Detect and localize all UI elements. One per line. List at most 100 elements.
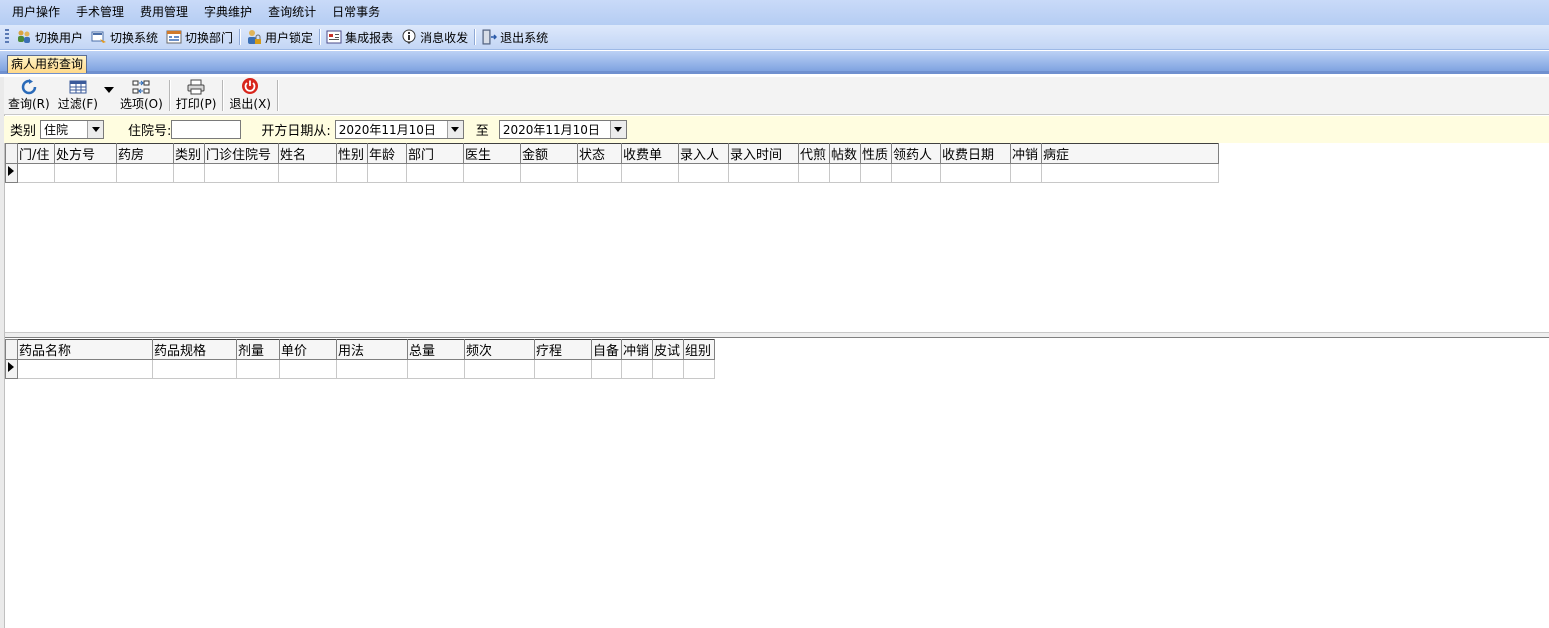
lock-user-button[interactable]: 用户锁定 (242, 27, 317, 48)
action-separator (222, 80, 224, 111)
column-header[interactable]: 频次 (464, 339, 535, 360)
report-icon (326, 30, 342, 44)
refresh-icon (21, 79, 37, 95)
exit-system-label: 退出系统 (500, 30, 549, 45)
options-label: 选项(O) (119, 97, 163, 111)
column-header[interactable]: 药品规格 (152, 339, 237, 360)
column-header[interactable]: 疗程 (534, 339, 592, 360)
column-header[interactable]: 录入时间 (728, 143, 799, 164)
drug-detail-table: 药品名称 药品规格 剂量 单价 用法 总量 频次 疗程 自备 冲销 皮试 组别 (5, 339, 715, 379)
report-label: 集成报表 (345, 30, 394, 45)
menu-query-stats[interactable]: 查询统计 (260, 0, 324, 25)
main-toolbar: 切换用户 切换系统 切换部门 用户锁定 集成报表 消息收发 退出系统 (0, 25, 1549, 50)
menu-bar: 用户操作 手术管理 费用管理 字典维护 查询统计 日常事务 (0, 0, 1549, 25)
column-header[interactable]: 病症 (1041, 143, 1219, 164)
action-bar: 查询(R) 过滤(F) 选项(O) 打印(P) 退出(X) (4, 77, 1549, 115)
column-header[interactable]: 皮试 (652, 339, 684, 360)
column-header[interactable]: 年龄 (367, 143, 407, 164)
power-icon (242, 78, 259, 94)
column-header[interactable]: 门/住 (17, 143, 55, 164)
report-button[interactable]: 集成报表 (322, 27, 397, 48)
options-button[interactable]: 选项(O) (116, 77, 167, 114)
menu-dictionary[interactable]: 字典维护 (196, 0, 260, 25)
lock-user-label: 用户锁定 (265, 30, 314, 45)
toolbar-grip[interactable] (5, 29, 9, 45)
column-header[interactable]: 收费日期 (940, 143, 1011, 164)
tab-patient-medication-query[interactable]: 病人用药查询 (7, 55, 88, 73)
switch-system-label: 切换系统 (110, 30, 159, 45)
column-header[interactable]: 单价 (279, 339, 337, 360)
column-header[interactable]: 药房 (116, 143, 174, 164)
current-row-indicator[interactable] (5, 359, 18, 379)
row-header-corner (5, 143, 18, 164)
date-from-picker[interactable]: 2020年11月10日 (334, 120, 464, 139)
user-lock-icon (248, 30, 262, 44)
table-row[interactable] (5, 163, 1219, 183)
column-header[interactable]: 录入人 (678, 143, 729, 164)
menu-user-ops[interactable]: 用户操作 (4, 0, 68, 25)
column-header[interactable]: 性别 (336, 143, 368, 164)
print-button[interactable]: 打印(P) (172, 77, 221, 114)
filter-bar: 类别 住院 住院号: 开方日期从: 2020年11月10日 至 2020年11月… (4, 116, 1549, 143)
column-header[interactable]: 代煎 (798, 143, 830, 164)
category-label: 类别 (10, 124, 37, 139)
switch-user-button[interactable]: 切换用户 (12, 27, 87, 48)
chevron-down-icon[interactable] (87, 121, 104, 138)
date-to-value: 2020年11月10日 (502, 123, 600, 137)
chevron-down-icon[interactable] (446, 121, 463, 138)
row-pointer-icon (8, 362, 14, 372)
table-row[interactable] (5, 359, 715, 379)
column-header[interactable]: 金额 (520, 143, 578, 164)
query-button[interactable]: 查询(R) (4, 77, 54, 114)
column-header[interactable]: 医生 (463, 143, 521, 164)
date-to-picker[interactable]: 2020年11月10日 (498, 120, 627, 139)
column-header[interactable]: 冲销 (621, 339, 653, 360)
column-header[interactable]: 处方号 (54, 143, 117, 164)
drug-detail-grid[interactable]: 药品名称 药品规格 剂量 单价 用法 总量 频次 疗程 自备 冲销 皮试 组别 (5, 339, 1549, 628)
triangle-down-icon (103, 86, 114, 93)
exit-button[interactable]: 退出(X) (225, 77, 275, 114)
chevron-down-icon[interactable] (609, 121, 626, 138)
date-from-label: 开方日期从: (261, 124, 331, 139)
messages-button[interactable]: 消息收发 (397, 27, 472, 48)
action-separator (277, 80, 278, 111)
column-header[interactable]: 状态 (577, 143, 622, 164)
current-row-indicator[interactable] (5, 163, 18, 183)
inpatient-no-label: 住院号: (128, 124, 172, 139)
query-label: 查询(R) (8, 97, 50, 111)
toolbar-separator (319, 29, 321, 45)
category-value: 住院 (44, 123, 69, 137)
prescription-grid[interactable]: 门/住 处方号 药房 类别 门诊住院号 姓名 性别 年龄 部门 医生 金额 状态… (5, 143, 1549, 332)
column-header[interactable]: 领药人 (891, 143, 941, 164)
filter-dropdown-arrow[interactable] (102, 77, 116, 102)
print-label: 打印(P) (175, 97, 217, 111)
column-header[interactable]: 用法 (336, 339, 408, 360)
inpatient-no-input[interactable] (171, 120, 242, 139)
column-header[interactable]: 总量 (407, 339, 465, 360)
filter-button[interactable]: 过滤(F) (54, 77, 102, 114)
category-select[interactable]: 住院 (40, 120, 105, 139)
column-header[interactable]: 姓名 (278, 143, 337, 164)
column-header[interactable]: 类别 (173, 143, 205, 164)
exit-system-button[interactable]: 退出系统 (477, 27, 552, 48)
grid-splitter[interactable] (5, 332, 1549, 338)
menu-daily[interactable]: 日常事务 (324, 0, 388, 25)
column-header[interactable]: 冲销 (1010, 143, 1042, 164)
switch-dept-button[interactable]: 切换部门 (162, 27, 237, 48)
column-header[interactable]: 部门 (406, 143, 464, 164)
column-header[interactable]: 剂量 (236, 339, 280, 360)
column-header[interactable]: 组别 (683, 339, 715, 360)
column-header[interactable]: 自备 (591, 339, 622, 360)
info-icon (402, 29, 416, 44)
options-icon (132, 80, 150, 94)
switch-system-button[interactable]: 切换系统 (87, 27, 162, 48)
column-header[interactable]: 收费单 (621, 143, 679, 164)
column-header[interactable]: 性质 (860, 143, 892, 164)
column-header[interactable]: 门诊住院号 (204, 143, 279, 164)
column-header[interactable]: 药品名称 (17, 339, 153, 360)
users-icon (18, 30, 30, 43)
row-pointer-icon (8, 166, 14, 176)
menu-fees[interactable]: 费用管理 (132, 0, 196, 25)
menu-surgery[interactable]: 手术管理 (68, 0, 132, 25)
column-header[interactable]: 帖数 (829, 143, 861, 164)
